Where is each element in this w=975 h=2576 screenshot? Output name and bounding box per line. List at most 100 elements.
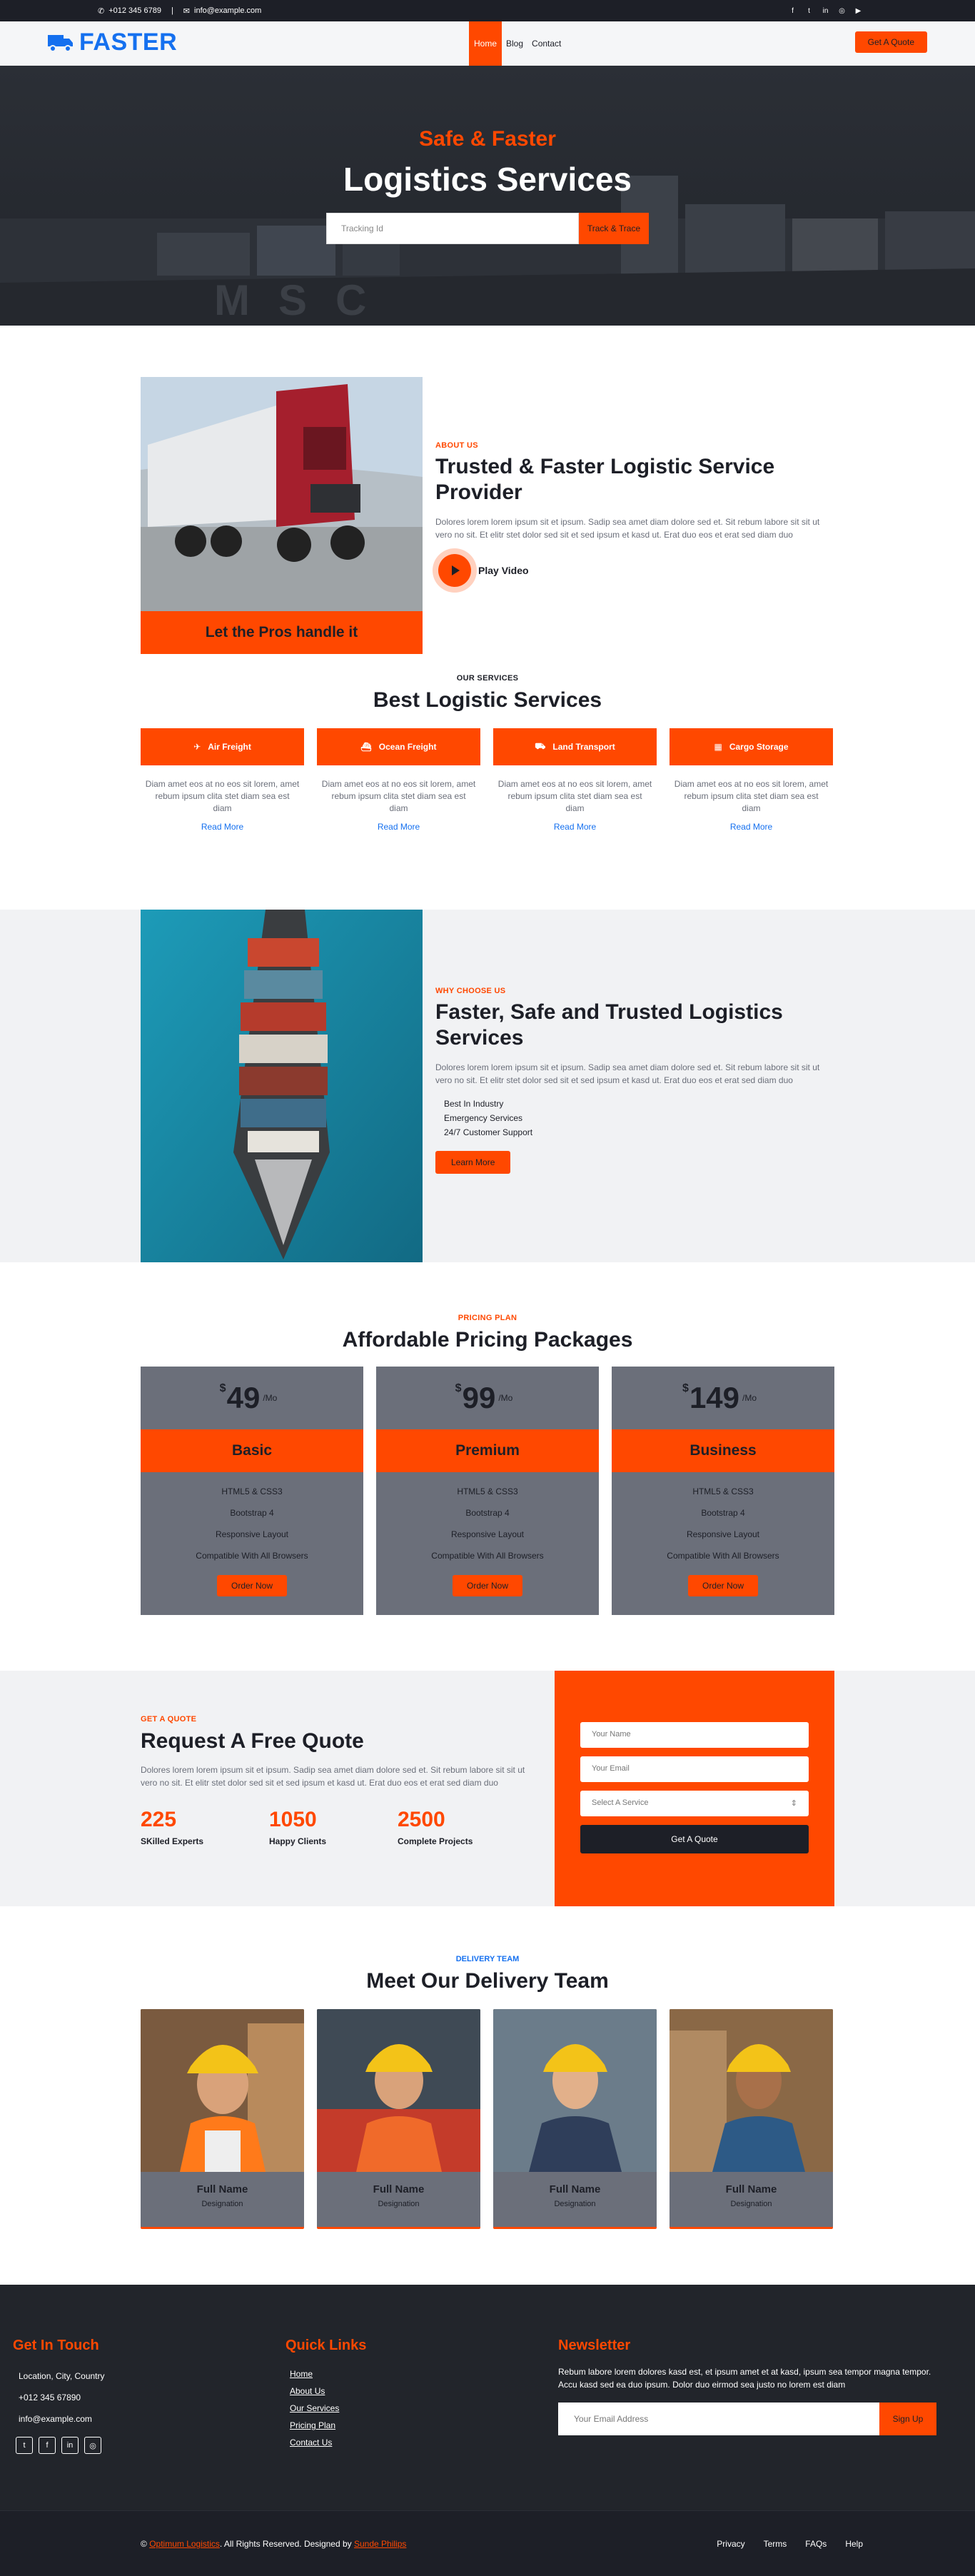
footer-link-contact[interactable]: Contact Us [286,2434,558,2451]
sign-up-button[interactable]: Sign Up [879,2403,936,2435]
privacy-link[interactable]: Privacy [717,2539,744,2549]
submit-quote-button[interactable]: Get A Quote [580,1825,809,1853]
email-text: info@example.com [194,6,262,15]
read-more-link[interactable]: Read More [670,822,833,832]
team-member: Full Name Designation [670,2009,833,2229]
order-now-button[interactable]: Order Now [216,1575,287,1596]
designer-link[interactable]: Sunde Philips [354,2539,406,2549]
currency: $ [682,1382,689,1394]
play-icon [438,554,471,587]
truck-icon [48,34,73,52]
instagram-icon[interactable]: ◎ [84,2437,101,2454]
order-now-button[interactable]: Order Now [687,1575,758,1596]
get-quote-button[interactable]: Get A Quote [854,31,927,53]
plan-name: Basic [141,1429,363,1472]
nav-blog[interactable]: Blog [502,21,527,66]
instagram-icon[interactable]: ◎ [837,6,847,16]
price-period: /Mo [498,1393,513,1403]
footer: Get In Touch Location, City, Country +01… [0,2285,975,2510]
plan-name: Premium [376,1429,599,1472]
nav-contact[interactable]: Contact [527,21,565,66]
footer-newsletter: Newsletter Rebum labore lorem dolores ka… [558,2338,944,2454]
service-name: Cargo Storage [729,742,789,752]
services-label: OUR SERVICES [456,674,519,683]
currency: $ [219,1382,226,1394]
twitter-icon[interactable]: t [16,2437,33,2454]
stat-experts: 225 SKilled Experts [141,1808,269,1846]
faqs-link[interactable]: FAQs [805,2539,827,2549]
read-more-link[interactable]: Read More [141,822,304,832]
learn-more-button[interactable]: Learn More [435,1151,511,1174]
play-video-button[interactable]: Play Video [435,554,834,587]
ship-icon: ⛴ [360,742,372,752]
plan-feature: HTML5 & CSS3 [692,1486,754,1496]
facebook-icon[interactable]: f [788,6,797,16]
why-list: Best In Industry Emergency Services 24/7… [435,1097,834,1139]
service-card-storage: ▦ Cargo Storage Diam amet eos at no eos s… [670,728,833,832]
plan-feature: Bootstrap 4 [465,1508,510,1518]
newsletter-email-input[interactable]: Your Email Address [558,2403,879,2435]
stat-label: Happy Clients [269,1836,327,1846]
read-more-link[interactable]: Read More [317,822,480,832]
truck-illustration [141,377,423,611]
stat-number: 1050 [269,1808,317,1831]
footer-link-home[interactable]: Home [286,2365,558,2383]
topbar-email[interactable]: ✉ info@example.com [183,6,262,16]
plan-feature: Compatible With All Browsers [667,1551,779,1561]
nav-home[interactable]: Home [469,21,502,66]
order-now-button[interactable]: Order Now [452,1575,522,1596]
member-photo [317,2009,480,2172]
track-button[interactable]: Track & Trace [579,213,649,244]
services-title: Best Logistic Services [373,688,602,712]
plane-icon: ✈ [193,742,201,752]
linkedin-icon[interactable]: in [61,2437,79,2454]
service-select[interactable]: Select A Service ⇕ [580,1791,809,1816]
footer-link-pricing[interactable]: Pricing Plan [286,2417,558,2434]
stat-label: Complete Projects [398,1836,473,1846]
currency: $ [455,1382,462,1394]
svg-text:MSC: MSC [214,276,395,324]
service-text: Diam amet eos at no eos sit lorem, amet … [674,779,829,813]
footer-link-about[interactable]: About Us [286,2383,558,2400]
footer-link-services[interactable]: Our Services [286,2400,558,2417]
plan-feature: Responsive Layout [450,1529,525,1539]
footer-contact: Get In Touch Location, City, Country +01… [13,2338,286,2454]
copyright-bar: © Optimum Logistics. All Rights Reserved… [0,2510,975,2576]
plan-feature: Compatible With All Browsers [196,1551,308,1561]
youtube-icon[interactable]: ▶ [854,6,863,16]
logo[interactable]: FASTER [48,29,177,56]
footer-quick-links: Quick Links Home About Us Our Services P… [286,2338,558,2454]
quote-form: Your Name Your Email Select A Service ⇕ G… [555,1671,834,1906]
linkedin-icon[interactable]: in [821,6,830,16]
copyright-text: © Optimum Logistics. All Rights Reserved… [141,2539,407,2549]
pricing-card-premium: $99/Mo Premium HTML5 & CSS3 Bootstrap 4 … [376,1367,599,1615]
topbar-phone[interactable]: ✆ +012 345 6789 [98,6,161,16]
tracking-input[interactable]: Tracking Id [326,213,579,244]
cargo-ship-image [141,910,423,1262]
hero: MSC Safe & Faster Logistics Services Tra… [0,66,975,326]
brand-link[interactable]: Optimum Logistics [149,2539,220,2549]
help-link[interactable]: Help [845,2539,863,2549]
read-more-link[interactable]: Read More [493,822,657,832]
member-role: Designation [378,2200,420,2208]
name-field[interactable]: Your Name [580,1722,809,1748]
terms-link[interactable]: Terms [764,2539,787,2549]
email-field[interactable]: Your Email [580,1756,809,1782]
member-role: Designation [554,2200,596,2208]
twitter-icon[interactable]: t [804,6,814,16]
quote-title: Request A Free Quote [141,1729,364,1753]
member-name: Full Name [196,2183,248,2195]
service-card-land: ⛟ Land Transport Diam amet eos at no eos … [493,728,657,832]
service-text: Diam amet eos at no eos sit lorem, amet … [321,779,476,813]
why-text: Dolores lorem lorem ipsum sit et ipsum. … [435,1062,820,1085]
footer-address: Location, City, Country [19,2371,105,2381]
list-item: Emergency Services [444,1113,523,1123]
team-section: DELIVERY TEAM Meet Our Delivery Team Ful… [0,1906,975,2285]
truck-image: Let the Pros handle it [141,377,423,654]
service-text: Diam amet eos at no eos sit lorem, amet … [145,779,300,813]
service-name: Air Freight [208,742,251,752]
stat-projects: 2500 Complete Projects [398,1808,526,1846]
list-item: Best In Industry [444,1099,504,1109]
quote-text: Dolores lorem lorem ipsum sit et ipsum. … [141,1765,525,1788]
facebook-icon[interactable]: f [39,2437,56,2454]
